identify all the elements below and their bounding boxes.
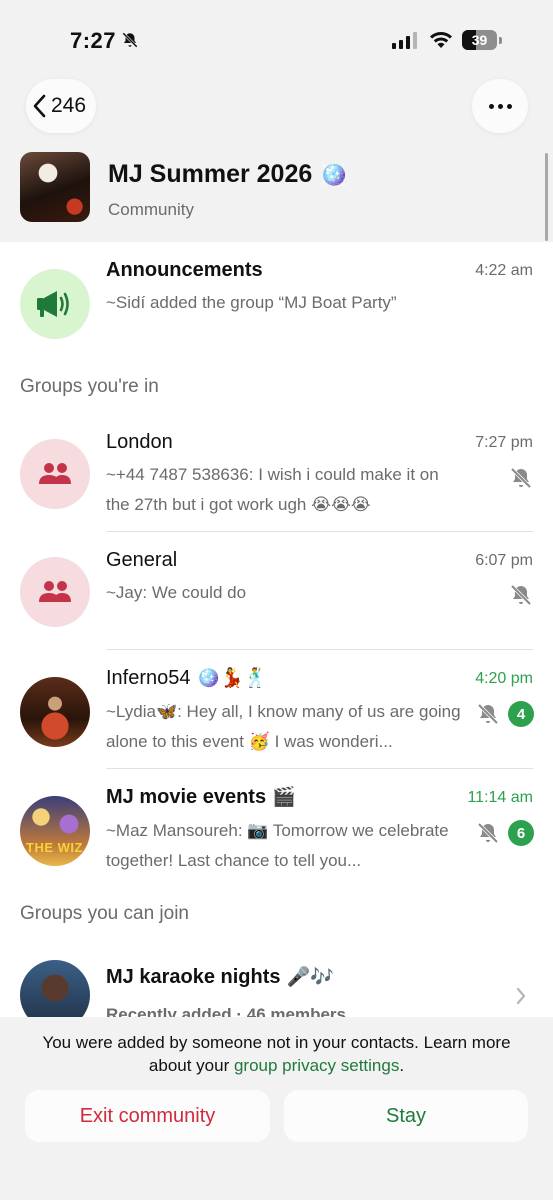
exit-community-button[interactable]: Exit community: [25, 1090, 270, 1142]
more-dot-icon: [506, 103, 512, 109]
group-row-general[interactable]: General 6:07 pm ~Jay: We could do: [0, 535, 553, 649]
message-sender: ~Lydia🦋: [106, 702, 178, 721]
divider: [106, 768, 533, 769]
megaphone-icon: [37, 291, 69, 317]
privacy-notice: You were added by someone not in your co…: [30, 1031, 523, 1077]
group-time: 7:27 pm: [475, 434, 533, 451]
group-avatar: THE WIZ: [20, 796, 90, 866]
disco-ball-emoji: 🪩: [320, 161, 348, 187]
group-info: Recently added · 46 members: [106, 1005, 346, 1017]
notice-end: .: [399, 1056, 405, 1075]
group-row-inferno54[interactable]: Inferno54 🪩💃🕺 4:20 pm ~Lydia🦋: Hey all, …: [0, 653, 553, 769]
bottom-panel: You were added by someone not in your co…: [0, 1017, 553, 1200]
announcements-title: Announcements: [106, 259, 263, 281]
community-title-row: MJ Summer 2026 🪩: [108, 160, 348, 189]
status-time: 7:27: [70, 28, 117, 53]
community-list: Announcements 4:22 am ~Sidí added the gr…: [0, 242, 553, 1017]
muted-bell-icon: [477, 703, 499, 725]
wifi-icon: [430, 31, 452, 48]
group-message: ~Jay: We could do: [106, 578, 466, 608]
more-options-button[interactable]: [472, 79, 528, 133]
group-row-london[interactable]: London 7:27 pm ~+44 7487 538636: I wish …: [0, 417, 553, 535]
group-title: MJ karaoke nights 🎤🎶: [106, 966, 334, 989]
muted-bell-icon: [510, 584, 532, 606]
muted-bell-icon: [477, 822, 499, 844]
group-avatar: [20, 557, 90, 627]
announcements-row[interactable]: Announcements 4:22 am ~Sidí added the gr…: [0, 242, 553, 352]
divider: [106, 531, 533, 532]
privacy-settings-link[interactable]: group privacy settings: [234, 1056, 399, 1075]
group-people-icon: [39, 581, 71, 602]
group-message: ~+44 7487 538636: I wish i could make it…: [106, 460, 466, 520]
group-time: 4:20 pm: [475, 670, 533, 687]
group-title: General: [106, 549, 177, 572]
silent-mode-icon: [122, 32, 138, 48]
community-name: MJ Summer 2026: [108, 160, 313, 188]
announcements-message: ~Sidí added the group “MJ Boat Party”: [106, 293, 397, 312]
group-message: ~Maz Mansoureh: 📷 Tomorrow we celebrate …: [106, 816, 466, 876]
more-dot-icon: [497, 103, 503, 109]
group-people-icon: [39, 463, 71, 484]
status-bar: 7:27 39: [0, 0, 553, 80]
group-time: 6:07 pm: [475, 552, 533, 569]
group-avatar: [20, 960, 90, 1017]
group-name: General: [106, 549, 178, 571]
more-dot-icon: [488, 103, 494, 109]
message-text: : We could do: [142, 583, 247, 602]
muted-bell-icon: [510, 467, 532, 489]
group-name: Inferno54: [106, 667, 191, 689]
microphone-emoji: 🎤🎶: [286, 967, 334, 988]
announcements-time: 4:22 am: [475, 262, 533, 279]
group-name: MJ karaoke nights: [106, 966, 281, 988]
message-sender: ~Jay: [106, 583, 143, 602]
stay-button[interactable]: Stay: [284, 1090, 528, 1142]
chevron-right-icon: [516, 987, 526, 1005]
battery-icon: 39: [462, 30, 502, 50]
group-title: London: [106, 431, 173, 454]
title-emoji: 🪩💃🕺: [196, 668, 268, 689]
cellular-signal-icon: [392, 31, 417, 49]
message-sender: ~Maz Mansoureh: [106, 821, 238, 840]
avatar-wiz-text: THE WIZ: [26, 840, 83, 855]
scrollbar[interactable]: [545, 153, 548, 241]
group-row-mj-movie-events[interactable]: THE WIZ MJ movie events 🎬 11:14 am ~Maz …: [0, 772, 553, 888]
joinable-group-row[interactable]: MJ karaoke nights 🎤🎶 Recently added · 46…: [0, 942, 553, 1017]
group-avatar: [20, 439, 90, 509]
message-sender: ~+44 7487 538636: [106, 465, 249, 484]
divider: [106, 649, 533, 650]
group-time: 11:14 am: [467, 789, 533, 806]
back-button[interactable]: 246: [26, 79, 96, 133]
group-name: MJ movie events: [106, 786, 267, 808]
community-subtitle: Community: [108, 200, 194, 219]
unread-badge: 6: [508, 820, 534, 846]
group-name: London: [106, 431, 173, 453]
battery-level: 39: [471, 32, 488, 48]
unread-badge: 4: [508, 701, 534, 727]
section-groups-joinable: Groups you can join: [20, 903, 189, 924]
community-avatar[interactable]: [20, 152, 90, 222]
back-count: 246: [51, 94, 87, 117]
group-avatar: [20, 677, 90, 747]
section-groups-joined: Groups you're in: [20, 376, 159, 397]
group-title: Inferno54 🪩💃🕺: [106, 667, 268, 690]
clapper-emoji: 🎬: [272, 787, 296, 808]
group-message: ~Lydia🦋: Hey all, I know many of us are …: [106, 697, 466, 757]
announcements-avatar: [20, 269, 90, 339]
chevron-left-icon: [33, 94, 46, 118]
group-title: MJ movie events 🎬: [106, 786, 296, 809]
